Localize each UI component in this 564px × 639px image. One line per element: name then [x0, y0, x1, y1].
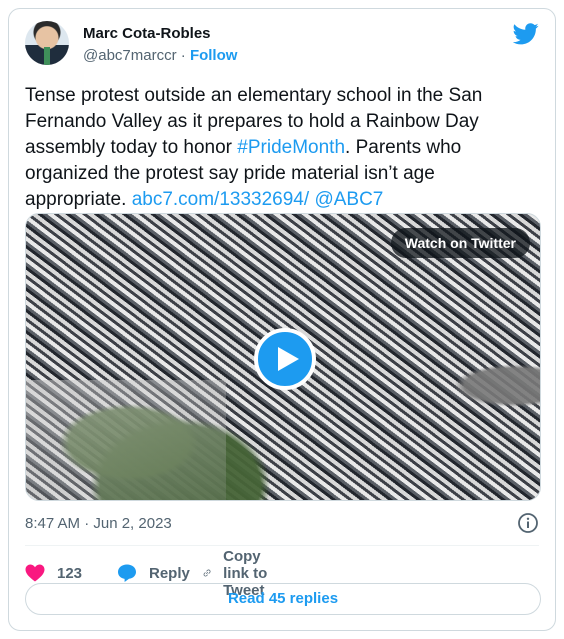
- tweet-card: Marc Cota-Robles @abc7marccr · Follow Te…: [8, 8, 556, 631]
- twitter-bird-icon[interactable]: [513, 23, 539, 45]
- read-replies-button[interactable]: Read 45 replies: [25, 583, 541, 615]
- author-handle-line: @abc7marccr · Follow: [83, 47, 237, 64]
- like-count: 123: [57, 564, 83, 582]
- play-icon: [278, 347, 299, 371]
- reply-button[interactable]: Reply: [117, 561, 190, 585]
- tweet-text: Tense protest outside an elementary scho…: [25, 83, 541, 213]
- like-button[interactable]: 123: [25, 561, 82, 585]
- avatar[interactable]: [25, 21, 69, 65]
- video-scene: [26, 380, 226, 500]
- article-link[interactable]: abc7.com/13332694/: [132, 189, 309, 210]
- heart-icon: [25, 564, 45, 582]
- reply-label: Reply: [149, 564, 190, 582]
- play-button[interactable]: [254, 328, 316, 390]
- reply-icon: [118, 564, 136, 582]
- video-thumbnail[interactable]: Watch on Twitter: [25, 213, 541, 501]
- mention-link[interactable]: @ABC7: [314, 189, 383, 210]
- author-name[interactable]: Marc Cota-Robles: [83, 25, 211, 42]
- handle-separator: ·: [180, 47, 186, 64]
- link-icon: [203, 569, 211, 577]
- info-icon[interactable]: [517, 512, 539, 534]
- follow-button[interactable]: Follow: [190, 47, 238, 64]
- watch-on-twitter-button[interactable]: Watch on Twitter: [390, 228, 530, 258]
- tweet-timestamp[interactable]: 8:47 AM · Jun 2, 2023: [25, 515, 172, 532]
- copy-link-button[interactable]: Copy link to Tweet: [203, 548, 276, 599]
- author-handle[interactable]: @abc7marccr: [83, 47, 177, 64]
- tweet-header: Marc Cota-Robles @abc7marccr · Follow: [25, 21, 539, 69]
- hashtag-link[interactable]: #PrideMonth: [237, 137, 345, 158]
- divider: [25, 545, 539, 546]
